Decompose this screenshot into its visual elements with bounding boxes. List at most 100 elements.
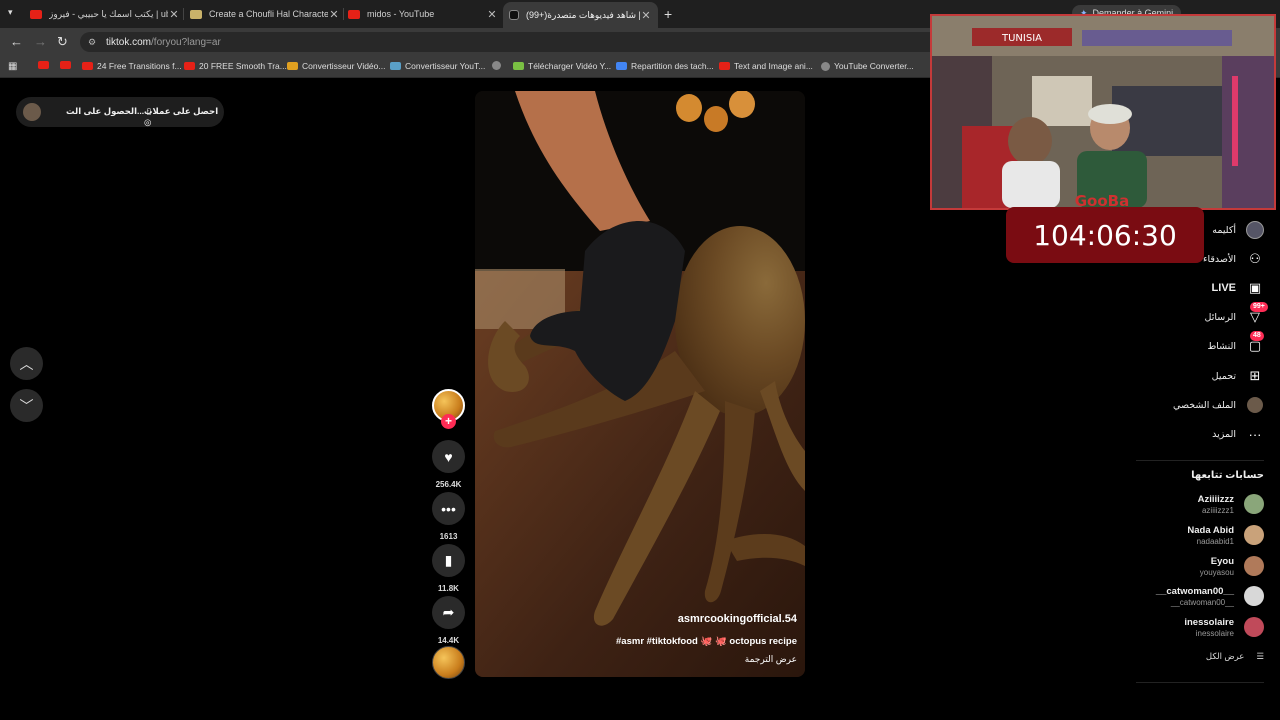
close-tab-icon[interactable]: ✕: [486, 8, 498, 21]
sidebar-item-more[interactable]: المزيد ···: [1212, 423, 1264, 445]
sidebar-item-label: تحميل: [1211, 370, 1236, 382]
following-account[interactable]: Aziiiizzz aziiiizzz1: [1198, 489, 1264, 519]
sidebar-item-activity[interactable]: النشاط ▢ 48: [1207, 331, 1264, 357]
avatar: [1244, 586, 1264, 606]
forward-arrow-icon[interactable]: →: [34, 34, 47, 49]
docs-icon: [616, 62, 627, 70]
messages-badge: 99+: [1250, 302, 1268, 312]
comment-button[interactable]: •••: [432, 492, 465, 525]
download-icon: [513, 62, 524, 70]
bookmark-item[interactable]: [38, 61, 53, 69]
get-coins-button[interactable]: احصل على عملات ◎: [144, 106, 224, 128]
sidebar-item-label: الملف الشخصي: [1173, 399, 1236, 411]
like-button[interactable]: ♥: [432, 440, 465, 473]
bookmark-label: YouTube Converter...: [834, 61, 914, 71]
chevron-down-icon: ﹀: [19, 397, 34, 414]
timer-value: 104:06:30: [1033, 218, 1177, 252]
account-username: __catwoman00__: [1170, 597, 1234, 607]
bookmark-label: 24 Free Transitions f...: [97, 61, 182, 71]
sidebar-item-upload[interactable]: تحميل ⊞: [1212, 365, 1264, 387]
tab-title: (99+)شاهد فيديوهات متصدرة | ...: [526, 9, 640, 20]
apps-grid-icon[interactable]: ▦: [8, 61, 17, 72]
previous-video-button[interactable]: ︿: [10, 347, 43, 380]
bookmark-item[interactable]: Text and Image ani...: [719, 61, 813, 71]
follow-plus-icon[interactable]: +: [441, 414, 456, 429]
url-path: /foryou?lang=ar: [151, 36, 221, 48]
sidebar-item-profile[interactable]: الملف الشخصي: [1173, 394, 1264, 416]
comment-dots-icon: •••: [441, 500, 456, 517]
see-translation-link[interactable]: عرض الترجمة: [745, 654, 797, 665]
youtube-icon: [184, 62, 195, 70]
bookmark-item[interactable]: Télécharger Vidéo Y...: [513, 61, 611, 71]
following-account[interactable]: Nada Abid nadaabid1: [1187, 520, 1264, 550]
bookmark-item[interactable]: [492, 61, 505, 70]
bookmark-item[interactable]: Convertisseur YouT...: [390, 61, 485, 71]
back-arrow-icon[interactable]: ←: [10, 34, 23, 49]
sidebar-item-live[interactable]: LIVE ▣: [1212, 277, 1264, 299]
close-tab-icon[interactable]: ✕: [168, 8, 180, 21]
like-count: 256.4K: [435, 480, 462, 489]
avatar[interactable]: [23, 103, 41, 121]
sound-disc-avatar[interactable]: [432, 646, 465, 679]
site-info-icon[interactable]: ⚙: [88, 37, 100, 48]
webcam-scene: TUNISIA GooBa: [932, 16, 1274, 208]
next-video-button[interactable]: ﹀: [10, 389, 43, 422]
tab-midos-youtube[interactable]: midos - YouTube ✕: [348, 4, 498, 24]
tab-title: midos - YouTube: [367, 9, 435, 19]
bookmark-item[interactable]: Repartition des tach...: [616, 61, 714, 71]
bookmark-label: Télécharger Vidéo Y...: [528, 61, 612, 71]
tab-tiktok-active[interactable]: (99+)شاهد فيديوهات متصدرة | ... ✕: [503, 2, 658, 28]
bookmark-label: Convertisseur YouT...: [405, 61, 486, 71]
sidebar-item-friends[interactable]: الأصدقاء ⚇: [1203, 248, 1264, 270]
sidebar-item-label: أكليمه: [1212, 224, 1236, 236]
sidebar-item-for-you[interactable]: أكليمه: [1212, 219, 1264, 241]
sidebar-item-messages[interactable]: الرسائل ▽ 99+: [1205, 302, 1268, 328]
sidebar-item-label: LIVE: [1211, 282, 1236, 294]
following-account[interactable]: inessolaire inessolaire: [1184, 612, 1264, 642]
list-icon: ☰: [1256, 651, 1264, 661]
save-button[interactable]: ▮: [432, 544, 465, 577]
bookmark-label: 20 FREE Smooth Tra...: [199, 61, 287, 71]
tab-search-chevron-icon[interactable]: ▾: [8, 7, 13, 18]
bookmark-label: Text and Image ani...: [734, 61, 813, 71]
following-account[interactable]: Eyou youyasou: [1200, 551, 1264, 581]
address-bar[interactable]: ⚙ tiktok.com/foryou?lang=ar: [80, 32, 940, 52]
see-all-label: عرض الكل: [1205, 651, 1245, 661]
tab-title: Create a Choufli Hal Character: [209, 9, 328, 19]
streamer-webcam-overlay: TUNISIA GooBa: [930, 14, 1276, 210]
tab-fairuz[interactable]: يكتب اسمك يا حبيبي - فيروز | ube ✕: [30, 4, 180, 24]
heart-icon: ♥: [444, 448, 453, 465]
bookmark-item[interactable]: 24 Free Transitions f...: [82, 61, 182, 71]
get-app-button[interactable]: الحصول على الت... ▯: [66, 106, 151, 117]
chevron-up-icon: ︿: [19, 355, 34, 372]
account-name: __catwoman00__: [1155, 585, 1234, 597]
following-account[interactable]: __catwoman00__ __catwoman00__: [1156, 581, 1264, 611]
sidebar-item-label: النشاط: [1207, 340, 1236, 352]
share-button[interactable]: ➦: [432, 596, 465, 629]
comment-count: 1613: [439, 532, 458, 541]
account-username: aziiiizzz1: [1201, 505, 1234, 515]
video-username[interactable]: asmrcookingofficial.54: [678, 613, 797, 625]
bookmark-item[interactable]: Convertisseur Vidéo...: [287, 61, 385, 71]
video-description: #asmr #tiktokfood 🐙 🐙 octopus recipe: [616, 636, 797, 647]
avatar: [1244, 525, 1264, 545]
screen: ▾ يكتب اسمك يا حبيبي - فيروز | ube ✕ Cre…: [0, 0, 1280, 720]
profile-icon: [1246, 396, 1264, 414]
close-tab-icon[interactable]: ✕: [640, 9, 652, 22]
account-username: nadaabid1: [1196, 536, 1234, 546]
close-tab-icon[interactable]: ✕: [328, 8, 340, 21]
bookmark-item[interactable]: [60, 61, 75, 69]
bookmark-item[interactable]: 20 FREE Smooth Tra...: [184, 61, 287, 71]
sidebar-divider: [1136, 682, 1264, 683]
new-tab-button[interactable]: +: [664, 6, 672, 22]
more-icon: ···: [1248, 426, 1262, 442]
see-all-button[interactable]: عرض الكل ☰: [1206, 651, 1264, 662]
tab-choufli-hal[interactable]: Create a Choufli Hal Character ✕: [190, 4, 340, 24]
reload-icon[interactable]: ↻: [57, 34, 68, 50]
get-coins-label: احصل على عملات: [144, 106, 219, 116]
account-name: Aziiiizzz: [1197, 493, 1234, 505]
video-player[interactable]: asmrcookingofficial.54 #asmr #tiktokfood…: [475, 91, 805, 677]
stream-timer: 104:06:30: [1006, 207, 1204, 263]
bookmark-item[interactable]: YouTube Converter...: [821, 61, 914, 71]
messages-icon: ▽ 99+: [1246, 302, 1268, 326]
